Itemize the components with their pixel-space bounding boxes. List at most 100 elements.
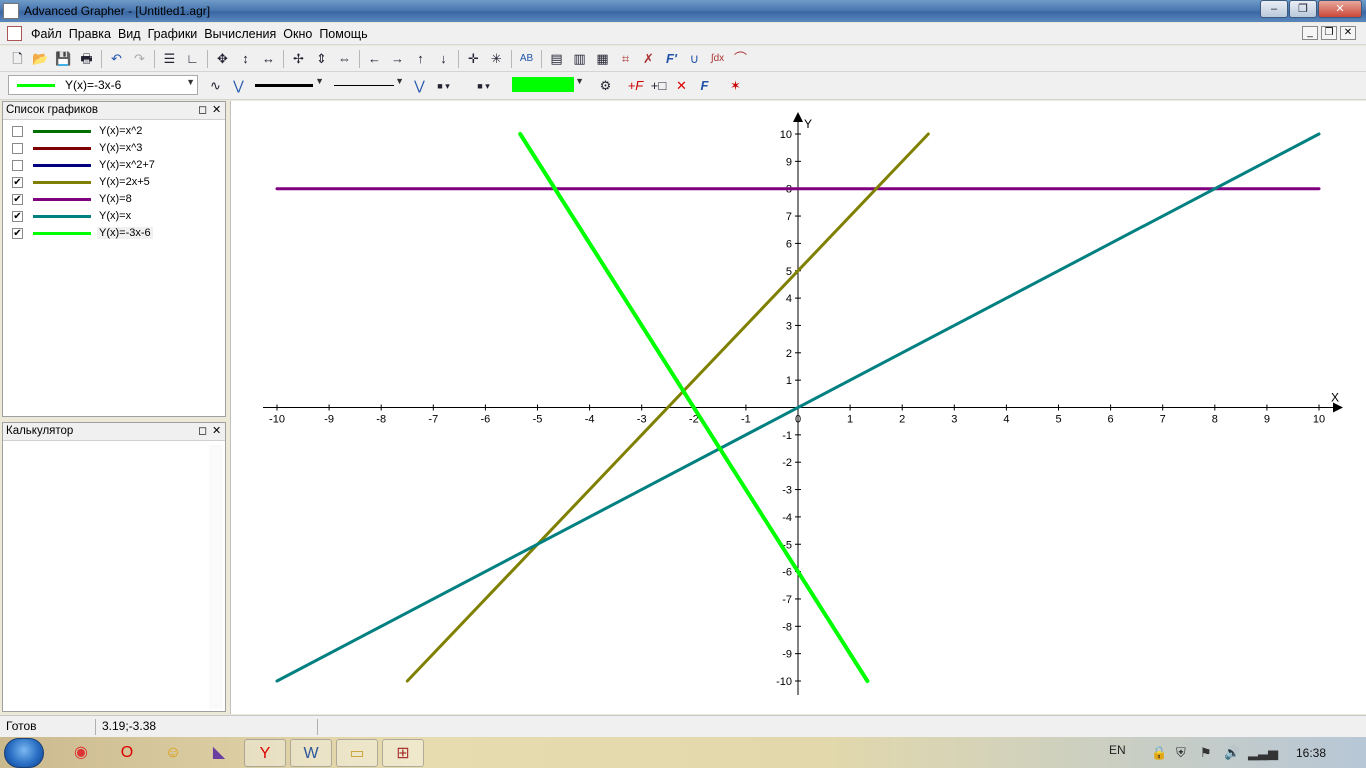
opera-icon[interactable]: O	[106, 739, 148, 767]
arrow-right-icon[interactable]: →	[386, 49, 409, 69]
add-table-icon[interactable]: +□	[647, 76, 670, 96]
color-select[interactable]: ▼	[510, 75, 586, 95]
table-icon[interactable]: ▦	[591, 49, 614, 69]
explorer-folder-icon[interactable]: ▭	[336, 739, 378, 767]
page-icon[interactable]: ▥	[568, 49, 591, 69]
graph-visible-checkbox[interactable]	[12, 143, 23, 154]
move-vertical-icon[interactable]: ↕	[234, 49, 257, 69]
yandex-browser-icon[interactable]: Y	[244, 739, 286, 767]
graph-label: Y(x)=x^3	[99, 142, 143, 154]
start-button[interactable]	[4, 738, 44, 768]
graph-list-item[interactable]: ✔ Y(x)=2x+5	[9, 174, 209, 191]
curve-type-icon[interactable]: ∿	[204, 76, 227, 96]
roots-icon[interactable]: ✗	[637, 49, 660, 69]
fit-icon[interactable]: ✳	[485, 49, 508, 69]
y-tick-label: -4	[782, 512, 792, 524]
word-icon[interactable]: W	[290, 739, 332, 767]
minimize-button[interactable]: –	[1260, 0, 1288, 18]
menu-help[interactable]: Помощь	[318, 27, 373, 41]
line-style-select[interactable]: ▼	[332, 75, 406, 95]
graph-list-item[interactable]: Y(x)=x^3	[9, 140, 209, 157]
zoom-vertical-icon[interactable]: ⇕	[310, 49, 333, 69]
graph-visible-checkbox[interactable]: ✔	[12, 177, 23, 188]
lock-icon[interactable]: 🔒	[1151, 745, 1167, 761]
arrow-up-icon[interactable]: ↑	[409, 49, 432, 69]
point-fill-icon[interactable]: ■ ▾	[472, 76, 495, 96]
curve-icon[interactable]: ∪	[683, 49, 706, 69]
menu-calculations[interactable]: Вычисления	[203, 27, 282, 41]
document-view-icon[interactable]: ▤	[545, 49, 568, 69]
move-all-icon[interactable]: ✥	[211, 49, 234, 69]
mdi-close-button[interactable]: ✕	[1340, 26, 1356, 40]
mdi-minimize-button[interactable]: _	[1302, 26, 1318, 40]
point-size-icon[interactable]: ■ ▾	[432, 76, 455, 96]
move-horizontal-icon[interactable]: ↔	[257, 49, 280, 69]
graph-list-item[interactable]: Y(x)=x^2	[9, 123, 209, 140]
mdi-restore-button[interactable]: ❐	[1321, 26, 1337, 40]
integral-icon[interactable]: ∫dx	[706, 49, 729, 69]
graph-visible-checkbox[interactable]	[12, 126, 23, 137]
redo-icon[interactable]: ↷	[128, 49, 151, 69]
marker-type-icon[interactable]: ⋁	[227, 76, 250, 96]
undock-icon[interactable]: ◻	[198, 424, 207, 437]
volume-icon[interactable]: 🔊	[1224, 745, 1240, 761]
close-icon[interactable]: ✕	[212, 103, 221, 116]
function-editor-icon[interactable]: F	[693, 76, 716, 96]
tangent-icon[interactable]: ✶	[724, 76, 747, 96]
graph-visible-checkbox[interactable]: ✔	[12, 211, 23, 222]
area-icon[interactable]: ⌒	[729, 49, 752, 69]
menu-graphs[interactable]: Графики	[147, 27, 204, 41]
clock[interactable]: 16:38	[1296, 746, 1326, 760]
delete-icon[interactable]: ✕	[670, 76, 693, 96]
open-folder-icon[interactable]: 📂	[29, 49, 52, 69]
graph-plot[interactable]: XY-10 -9 -8 -7 -6 -5 -4 -3 -2 -1 0 1 2 3 4 5 6 7 8 9 10-10-9…	[231, 101, 1366, 714]
graph-visible-checkbox[interactable]	[12, 160, 23, 171]
zoom-horizontal-icon[interactable]: ⇔	[333, 49, 356, 69]
menu-file[interactable]: Файл	[30, 27, 68, 41]
graph-list-item[interactable]: ✔ Y(x)=-3x-6	[9, 225, 209, 242]
network-signal-icon[interactable]: ▂▃▅	[1248, 745, 1278, 761]
menu-edit[interactable]: Правка	[68, 27, 117, 41]
graph-canvas[interactable]: X Y -10 -9 -8 -7 -6 -5 -4 -3 -2 -1 0 1 2 3 4 5 6 7 8 9 10 -10 -9…	[230, 101, 1366, 714]
close-button[interactable]: ✕	[1318, 0, 1362, 18]
graph-visible-checkbox[interactable]: ✔	[12, 194, 23, 205]
visual-studio-icon[interactable]: ◣	[198, 739, 240, 767]
shield-icon[interactable]: ⛨	[1176, 745, 1186, 761]
line-thickness-select[interactable]: ▼	[253, 75, 326, 95]
arrow-down-icon[interactable]: ↓	[432, 49, 455, 69]
menu-view[interactable]: Вид	[117, 27, 147, 41]
undo-icon[interactable]: ↶	[105, 49, 128, 69]
advanced-grapher-icon[interactable]: ⊞	[382, 739, 424, 767]
axes-icon[interactable]: ∟	[181, 49, 204, 69]
app-icon[interactable]	[3, 3, 19, 19]
point-style-icon[interactable]: ⋁	[408, 76, 431, 96]
emoji-app-icon[interactable]: ☺	[152, 739, 194, 767]
list-icon[interactable]: ☰	[158, 49, 181, 69]
chrome-icon[interactable]: ◉	[60, 739, 102, 767]
intersect-icon[interactable]: ⌗	[614, 49, 637, 69]
scrollbar[interactable]	[209, 445, 223, 709]
graph-list-item[interactable]: Y(x)=x^2+7	[9, 157, 209, 174]
flag-icon[interactable]: ⚑	[1200, 745, 1212, 761]
print-icon[interactable]: 🖶	[75, 49, 98, 69]
function-select[interactable]: Y(x)=-3x-6 ▼	[8, 75, 198, 95]
document-icon[interactable]	[7, 26, 22, 41]
graph-visible-checkbox[interactable]: ✔	[12, 228, 23, 239]
language-indicator[interactable]: EN	[1109, 743, 1126, 757]
graph-label: Y(x)=-3x-6	[97, 227, 153, 239]
arrow-left-icon[interactable]: ←	[363, 49, 386, 69]
undock-icon[interactable]: ◻	[198, 103, 207, 116]
center-icon[interactable]: ✛	[462, 49, 485, 69]
labels-icon[interactable]: AB	[515, 49, 538, 69]
derivative-icon[interactable]: F'	[660, 49, 683, 69]
graph-list-item[interactable]: ✔ Y(x)=x	[9, 208, 209, 225]
graph-list-item[interactable]: ✔ Y(x)=8	[9, 191, 209, 208]
maximize-button[interactable]: ❐	[1289, 0, 1317, 18]
save-icon[interactable]: 💾	[52, 49, 75, 69]
add-function-icon[interactable]: +F	[624, 76, 647, 96]
zoom-in-all-icon[interactable]: ✢	[287, 49, 310, 69]
close-icon[interactable]: ✕	[212, 424, 221, 437]
menu-window[interactable]: Окно	[282, 27, 318, 41]
properties-icon[interactable]: ⚙	[594, 76, 617, 96]
new-file-icon[interactable]: 🗋	[6, 49, 29, 69]
